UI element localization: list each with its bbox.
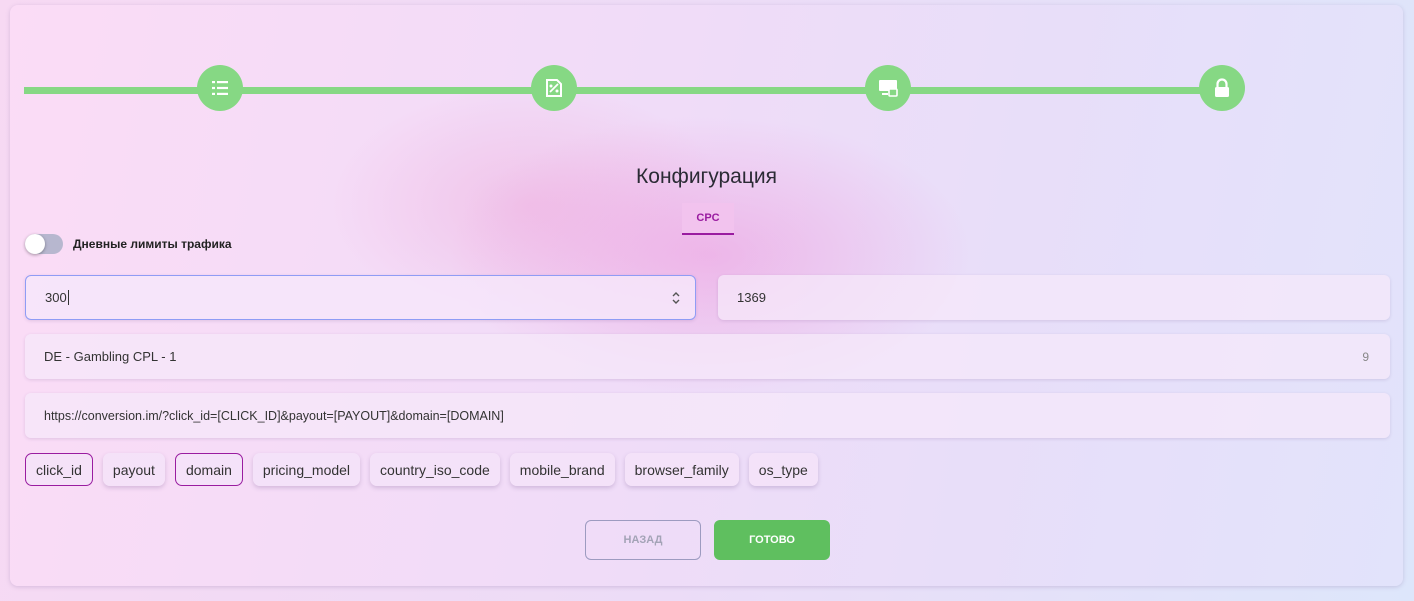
pricing-tag-icon <box>546 79 562 97</box>
id-input[interactable]: 1369 <box>718 275 1390 320</box>
payout-input-value: 300 <box>45 290 67 305</box>
lock-icon <box>1215 78 1229 97</box>
daily-limits-row: Дневные лимиты трафика <box>25 234 232 254</box>
macro-chip-mobile-brand[interactable]: mobile_brand <box>509 453 615 486</box>
postback-url-input[interactable]: https://conversion.im/?click_id=[CLICK_I… <box>25 393 1390 438</box>
back-button[interactable]: НАЗАД <box>585 520 701 560</box>
macro-chip-country-iso-code[interactable]: country_iso_code <box>370 453 500 486</box>
macro-chips: click_id payout domain pricing_model cou… <box>25 453 818 486</box>
offer-select-value: DE - Gambling CPL - 1 <box>44 349 177 364</box>
toggle-knob <box>25 234 45 254</box>
number-stepper-icon[interactable] <box>671 290 681 306</box>
step-1[interactable] <box>197 65 243 111</box>
offer-select[interactable]: DE - Gambling CPL - 1 9 <box>25 334 1390 379</box>
text-cursor <box>67 290 69 305</box>
list-icon <box>212 81 228 95</box>
macro-chip-click-id[interactable]: click_id <box>25 453 93 486</box>
macro-chip-pricing-model[interactable]: pricing_model <box>252 453 361 486</box>
step-3[interactable] <box>865 65 911 111</box>
monitor-icon <box>879 80 898 97</box>
macro-chip-browser-family[interactable]: browser_family <box>624 453 739 486</box>
daily-limits-toggle[interactable] <box>25 234 63 254</box>
tab-cpc[interactable]: CPC <box>682 203 734 235</box>
step-4[interactable] <box>1199 65 1245 111</box>
page-title: Конфигурация <box>636 165 777 188</box>
id-input-value: 1369 <box>737 290 766 305</box>
done-button[interactable]: ГОТОВО <box>714 520 830 560</box>
step-2[interactable] <box>531 65 577 111</box>
offer-count: 9 <box>1362 349 1369 364</box>
macro-chip-os-type[interactable]: os_type <box>748 453 818 486</box>
macro-chip-payout[interactable]: payout <box>102 453 165 486</box>
payout-input[interactable]: 300 <box>25 275 696 320</box>
config-card: Конфигурация CPC Дневные лимиты трафика … <box>10 5 1403 586</box>
postback-url-value: https://conversion.im/?click_id=[CLICK_I… <box>44 408 504 423</box>
macro-chip-domain[interactable]: domain <box>174 453 243 486</box>
daily-limits-label: Дневные лимиты трафика <box>73 237 232 251</box>
